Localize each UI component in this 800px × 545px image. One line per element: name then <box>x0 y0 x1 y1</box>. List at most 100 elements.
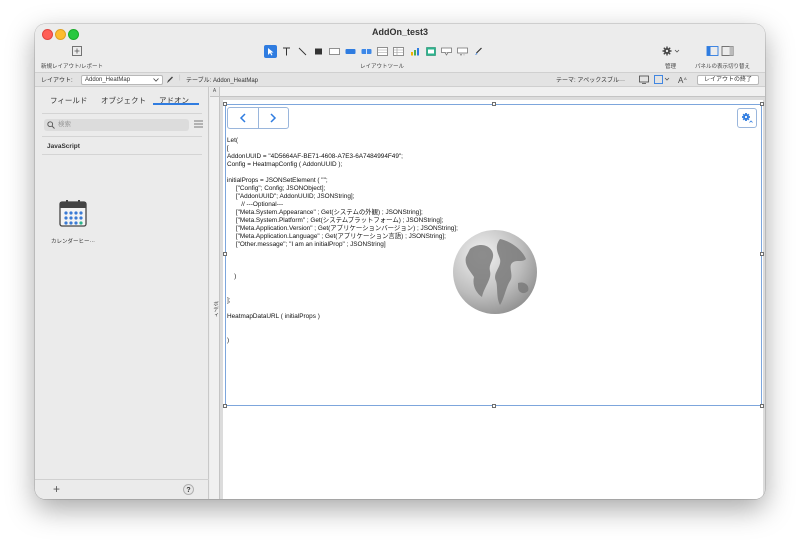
pointer-icon <box>268 47 274 55</box>
chevron-right-icon <box>270 113 277 123</box>
new-layout-icon <box>71 45 82 56</box>
chevron-left-icon <box>239 113 246 123</box>
sidebar-divider <box>42 136 202 137</box>
sidebar: フィールド オブジェクト アドオン 検索 JavaScript カレンダーヒー·… <box>35 87 209 499</box>
manage-button[interactable] <box>661 45 681 57</box>
layout-select[interactable]: Addon_HeatMap <box>81 75 163 85</box>
layoutbar-divider: | <box>179 75 181 81</box>
rectangle-tool[interactable] <box>312 45 325 58</box>
addon-label: カレンダーヒー··· <box>51 239 95 245</box>
forward-button[interactable] <box>257 108 288 128</box>
resize-handle[interactable] <box>760 102 764 106</box>
ruler-corner[interactable]: A <box>210 87 220 97</box>
sidebar-divider <box>42 113 202 114</box>
text-icon <box>283 47 290 55</box>
nav-button-group <box>227 107 289 129</box>
exit-layout-button[interactable]: レイアウトの終了 <box>696 75 759 85</box>
globe-icon <box>453 230 537 314</box>
layout-canvas[interactable]: A ボディ Let([AddonUUID = "4D5664AF-BE71-… <box>210 87 765 499</box>
pointer-tool[interactable] <box>264 44 277 58</box>
portal-icon <box>377 46 388 56</box>
svg-text:A: A <box>684 76 687 81</box>
font-size-icon[interactable]: AA <box>678 75 688 84</box>
tab-fields[interactable]: フィールド <box>50 95 87 106</box>
resize-handle[interactable] <box>760 252 764 256</box>
rectangle-icon <box>315 48 322 54</box>
new-layout-button[interactable] <box>71 45 82 56</box>
search-icon <box>47 121 55 129</box>
gear-icon <box>662 46 680 56</box>
search-placeholder: 検索 <box>58 121 71 128</box>
line-icon <box>298 47 307 55</box>
pencil-icon[interactable] <box>166 75 174 84</box>
code-line: ) <box>227 337 230 344</box>
layout-tools-label: レイアウトツール <box>360 64 405 70</box>
popover-icon <box>441 47 452 56</box>
calendar-icon <box>59 200 87 227</box>
title-bar: AddOn_test3 新規レイアウト/レポート レイアウトツール 管理 パネル… <box>35 24 765 72</box>
code-line: AddonUUID = "4D5664AF-BE71-4608-A7E3-6A7… <box>227 153 403 160</box>
button-tool[interactable] <box>344 45 357 58</box>
search-input[interactable]: 検索 <box>44 119 189 131</box>
resize-handle[interactable] <box>223 404 227 408</box>
format-painter-icon <box>475 47 482 55</box>
body-part-label[interactable]: ボディ <box>211 301 219 318</box>
resize-handle[interactable] <box>492 404 496 408</box>
resize-handle[interactable] <box>223 102 227 106</box>
web-viewer-tool[interactable] <box>424 45 437 58</box>
add-button[interactable]: + <box>53 483 60 495</box>
format-painter-tool[interactable] <box>472 45 485 58</box>
addon-calendar-heatmap[interactable]: カレンダーヒー··· <box>45 199 101 259</box>
resize-handle[interactable] <box>492 102 496 106</box>
panel-toggle-icon <box>706 46 734 56</box>
theme-name: テーマ: アペックスブル··· <box>556 78 626 84</box>
web-viewer-object[interactable]: Let([AddonUUID = "4D5664AF-BE71-4608-A7E… <box>223 102 764 408</box>
chevron-down-icon <box>153 78 159 82</box>
new-layout-label: 新規レイアウト/レポート <box>41 64 104 70</box>
button-bar-icon <box>361 48 372 54</box>
resize-handle[interactable] <box>760 404 764 408</box>
chart-icon <box>410 47 419 55</box>
code-line: ["Config"; Config; JSONObject]; <box>227 185 326 192</box>
panel-toggle-button[interactable] <box>705 45 735 57</box>
button-icon <box>345 48 356 54</box>
tab-objects[interactable]: オブジェクト <box>101 95 146 106</box>
sidebar-footer: + ? <box>35 479 209 499</box>
code-line: ["Meta.System.Platform" ; Get(システムプラットフォ… <box>227 217 444 224</box>
device-icon[interactable] <box>639 75 649 84</box>
code-line: [ <box>227 145 229 152</box>
sidebar-divider <box>42 154 202 155</box>
portal-tool[interactable] <box>376 45 389 58</box>
gear-icon <box>742 113 753 123</box>
help-button[interactable]: ? <box>183 484 194 495</box>
slide-control-icon <box>457 47 468 55</box>
layout-select-value: Addon_HeatMap <box>85 77 131 83</box>
sidebar-tabs: フィールド オブジェクト アドオン <box>35 95 209 109</box>
chart-tool[interactable] <box>408 45 421 58</box>
text-tool[interactable] <box>280 45 293 58</box>
window-title: AddOn_test3 <box>371 27 428 37</box>
popover-tool[interactable] <box>440 45 453 58</box>
slide-control-tool[interactable] <box>456 45 469 58</box>
button-bar-tool[interactable] <box>360 45 373 58</box>
screen-stencil-icon[interactable] <box>654 75 670 84</box>
list-view-icon[interactable] <box>194 120 203 128</box>
table-tool[interactable] <box>392 45 405 58</box>
back-button[interactable] <box>228 108 258 128</box>
layout-bar: レイアウト: Addon_HeatMap | テーブル: Addon_HeatM… <box>35 72 765 87</box>
code-line: Config = HeatmapConfig ( AddonUUID ); <box>227 161 343 168</box>
addon-settings-button[interactable] <box>737 108 757 128</box>
vertical-ruler <box>210 97 220 499</box>
layout-body[interactable]: Let([AddonUUID = "4D5664AF-BE71-4608-A7E… <box>223 100 764 499</box>
horizontal-ruler <box>210 87 765 97</box>
active-tab-indicator <box>153 103 199 105</box>
field-tool[interactable] <box>328 45 341 58</box>
code-line: ["Meta.System.Appearance" ; Get(システムの外観)… <box>227 209 423 216</box>
manage-label: 管理 <box>665 64 677 70</box>
layout-tools <box>264 44 485 58</box>
table-icon <box>393 46 404 56</box>
line-tool[interactable] <box>296 45 309 58</box>
table-name: テーブル: Addon_HeatMap <box>186 78 259 84</box>
